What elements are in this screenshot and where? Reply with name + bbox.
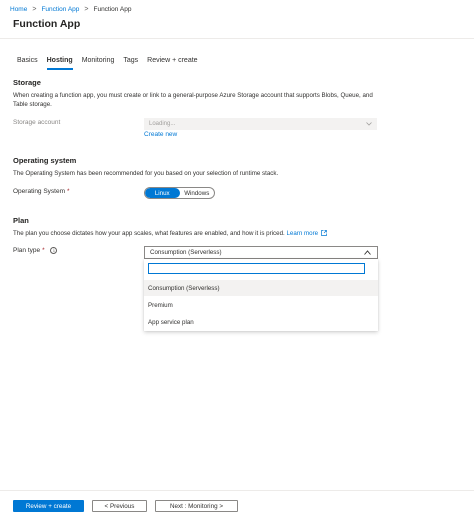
page-title: Function App — [13, 18, 81, 30]
plan-heading: Plan — [13, 216, 29, 225]
review-create-button[interactable]: Review + create — [13, 500, 84, 512]
plan-description-row: The plan you choose dictates how your ap… — [13, 230, 373, 240]
plan-description: The plan you choose dictates how your ap… — [13, 230, 285, 237]
os-heading: Operating system — [13, 156, 77, 165]
plan-type-dropdown[interactable]: Consumption (Serverless) — [144, 246, 378, 259]
external-link-icon — [321, 230, 327, 240]
os-description: The Operating System has been recommende… — [13, 170, 279, 177]
storage-description: When creating a function app, you must c… — [13, 92, 373, 108]
plan-type-selected-value: Consumption (Serverless) — [150, 249, 222, 256]
plan-option-premium[interactable]: Premium — [144, 297, 378, 313]
create-new-storage-link[interactable]: Create new — [144, 131, 177, 138]
os-toggle: Linux Windows — [144, 187, 215, 199]
tab-bar: Basics Hosting Monitoring Tags Review + … — [17, 57, 207, 70]
breadcrumb-current: Function App — [93, 5, 132, 13]
plan-type-listbox: Consumption (Serverless) Premium App ser… — [144, 259, 378, 331]
required-marker: * — [42, 247, 45, 254]
title-divider — [0, 38, 474, 39]
tab-basics[interactable]: Basics — [17, 57, 38, 69]
os-label-text: Operating System — [13, 188, 66, 195]
os-label: Operating System * — [13, 188, 70, 195]
previous-button[interactable]: < Previous — [92, 500, 147, 512]
chevron-up-icon — [362, 249, 372, 257]
info-icon[interactable]: i — [50, 247, 58, 254]
plan-option-app-service[interactable]: App service plan — [144, 314, 378, 330]
storage-account-dropdown[interactable]: Loading... — [144, 118, 377, 130]
breadcrumb-home[interactable]: Home — [10, 6, 27, 13]
learn-more-link[interactable]: Learn more — [286, 230, 318, 237]
plan-type-search — [148, 263, 365, 274]
breadcrumb-function-app[interactable]: Function App — [41, 6, 79, 13]
breadcrumb: Home > Function App > Function App — [10, 4, 131, 14]
tab-review-create[interactable]: Review + create — [147, 57, 197, 69]
plan-type-label: Plan type * i — [13, 247, 58, 254]
os-option-windows[interactable]: Windows — [180, 188, 215, 198]
tab-tags[interactable]: Tags — [123, 57, 138, 69]
tab-monitoring[interactable]: Monitoring — [82, 57, 115, 69]
footer-divider — [0, 490, 474, 491]
plan-option-consumption[interactable]: Consumption (Serverless) — [144, 280, 378, 296]
next-monitoring-button[interactable]: Next : Monitoring > — [155, 500, 238, 512]
tab-hosting[interactable]: Hosting — [46, 57, 73, 70]
storage-heading: Storage — [13, 78, 41, 87]
plan-type-label-text: Plan type — [13, 247, 41, 254]
os-option-linux[interactable]: Linux — [145, 188, 180, 198]
chevron-down-icon — [366, 121, 372, 128]
chevron-right-icon: > — [84, 5, 89, 13]
storage-account-label: Storage account — [13, 119, 61, 126]
chevron-right-icon: > — [32, 5, 37, 13]
required-marker: * — [67, 188, 70, 195]
plan-type-search-input[interactable] — [149, 264, 364, 273]
storage-account-value: Loading... — [149, 121, 176, 127]
